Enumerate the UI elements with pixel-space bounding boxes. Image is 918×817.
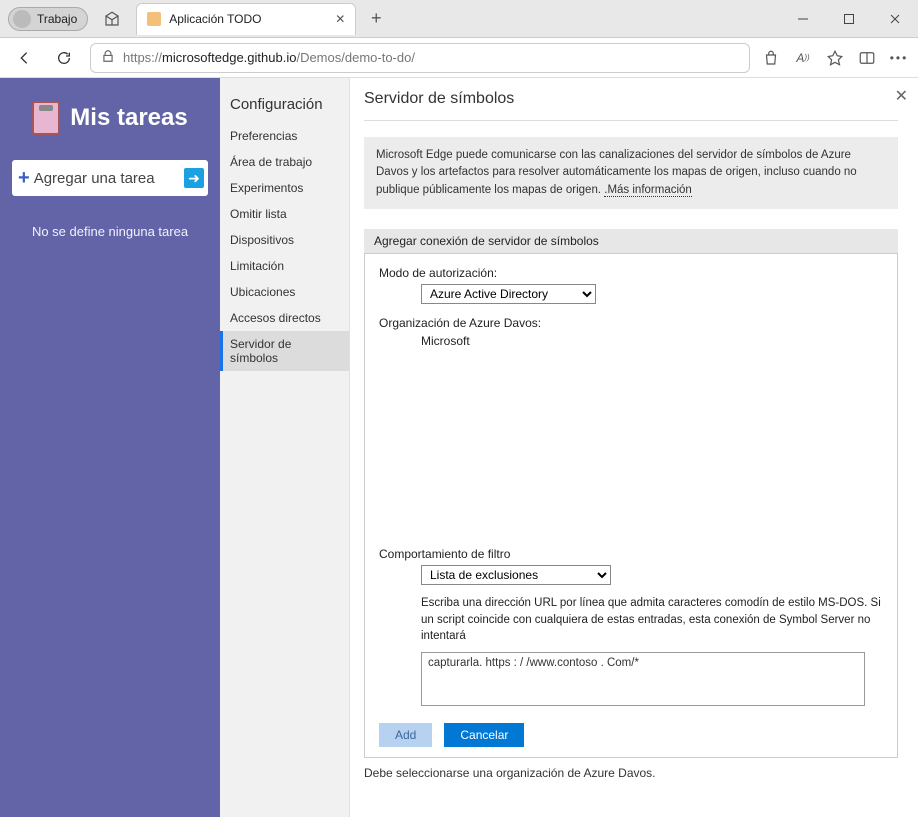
window-controls: [780, 0, 918, 38]
browser-tab[interactable]: Aplicación TODO ✕: [136, 3, 356, 35]
lock-icon: [101, 49, 115, 66]
workspaces-button[interactable]: [98, 5, 126, 33]
config-item-throttling[interactable]: Limitación: [220, 253, 349, 279]
add-button[interactable]: Add: [379, 723, 432, 747]
address-bar: https://microsoftedge.github.io/Demos/de…: [0, 38, 918, 78]
submit-arrow-icon: ➜: [184, 168, 204, 188]
auth-mode-label: Modo de autorización:: [379, 266, 883, 280]
browser-titlebar: Trabajo Aplicación TODO ✕ +: [0, 0, 918, 38]
org-value: Microsoft: [379, 334, 883, 348]
validation-message: Debe seleccionarse una organización de A…: [364, 766, 898, 780]
add-task-label: Agregar una tarea: [34, 170, 155, 187]
more-icon[interactable]: •••: [890, 49, 908, 67]
cancel-button[interactable]: Cancelar: [444, 723, 524, 747]
config-item-devices[interactable]: Dispositivos: [220, 227, 349, 253]
avatar-icon: [13, 10, 31, 28]
config-item-preferences[interactable]: Preferencias: [220, 123, 349, 149]
divider: [364, 120, 898, 121]
favorite-icon[interactable]: [826, 49, 844, 67]
close-window-button[interactable]: [872, 0, 918, 38]
profile-chip[interactable]: Trabajo: [8, 7, 88, 31]
config-item-ignore-list[interactable]: Omitir lista: [220, 201, 349, 227]
split-screen-icon[interactable]: [858, 49, 876, 67]
config-item-locations[interactable]: Ubicaciones: [220, 279, 349, 305]
config-item-workspace[interactable]: Área de trabajo: [220, 149, 349, 175]
app-sidebar: Mis tareas + Agregar una tarea ➜ No se d…: [0, 78, 220, 817]
refresh-button[interactable]: [50, 44, 78, 72]
tab-title: Aplicación TODO: [169, 12, 327, 26]
config-title: Configuración: [220, 90, 349, 123]
url-field[interactable]: https://microsoftedge.github.io/Demos/de…: [90, 43, 750, 73]
org-label: Organización de Azure Davos:: [379, 316, 883, 330]
clipboard-icon: [32, 101, 60, 135]
filter-label: Comportamiento de filtro: [379, 547, 883, 561]
back-button[interactable]: [10, 44, 38, 72]
app-title: Mis tareas: [70, 104, 187, 132]
filter-help-text: Escriba una dirección URL por línea que …: [379, 595, 883, 643]
profile-label: Trabajo: [37, 12, 77, 26]
page-content: Mis tareas + Agregar una tarea ➜ No se d…: [0, 78, 918, 817]
filter-textarea[interactable]: [421, 652, 865, 706]
config-item-shortcuts[interactable]: Accesos directos: [220, 305, 349, 331]
settings-heading: Servidor de símbolos: [364, 90, 898, 108]
config-nav: Configuración Preferencias Área de traba…: [220, 78, 350, 817]
plus-icon: +: [18, 167, 30, 190]
shopping-icon[interactable]: [762, 49, 780, 67]
config-item-experiments[interactable]: Experimentos: [220, 175, 349, 201]
toolbar-icons: A)) •••: [762, 49, 908, 67]
button-row: Add Cancelar: [379, 723, 883, 747]
empty-tasks-message: No se define ninguna tarea: [32, 224, 188, 239]
read-aloud-icon[interactable]: A)): [794, 49, 812, 67]
filter-select[interactable]: Lista de exclusiones: [421, 565, 611, 585]
app-title-row: Mis tareas: [32, 101, 187, 135]
auth-mode-select[interactable]: Azure Active Directory: [421, 284, 596, 304]
minimize-button[interactable]: [780, 0, 826, 38]
add-task-button[interactable]: + Agregar una tarea ➜: [12, 160, 208, 196]
connection-form: Modo de autorización: Azure Active Direc…: [364, 253, 898, 758]
settings-main: ✕ Servidor de símbolos Microsoft Edge pu…: [350, 78, 918, 817]
maximize-button[interactable]: [826, 0, 872, 38]
tab-favicon-icon: [147, 12, 161, 26]
close-panel-button[interactable]: ✕: [895, 86, 908, 106]
config-item-symbol-server[interactable]: Servidor de símbolos: [220, 331, 349, 371]
workspaces-icon: [103, 10, 121, 28]
more-info-link[interactable]: .Más información: [604, 184, 692, 197]
info-box: Microsoft Edge puede comunicarse con las…: [364, 137, 898, 209]
new-tab-button[interactable]: +: [362, 5, 390, 33]
url-text: https://microsoftedge.github.io/Demos/de…: [123, 50, 415, 65]
tab-close-button[interactable]: ✕: [335, 12, 345, 26]
section-header: Agregar conexión de servidor de símbolos: [364, 229, 898, 253]
